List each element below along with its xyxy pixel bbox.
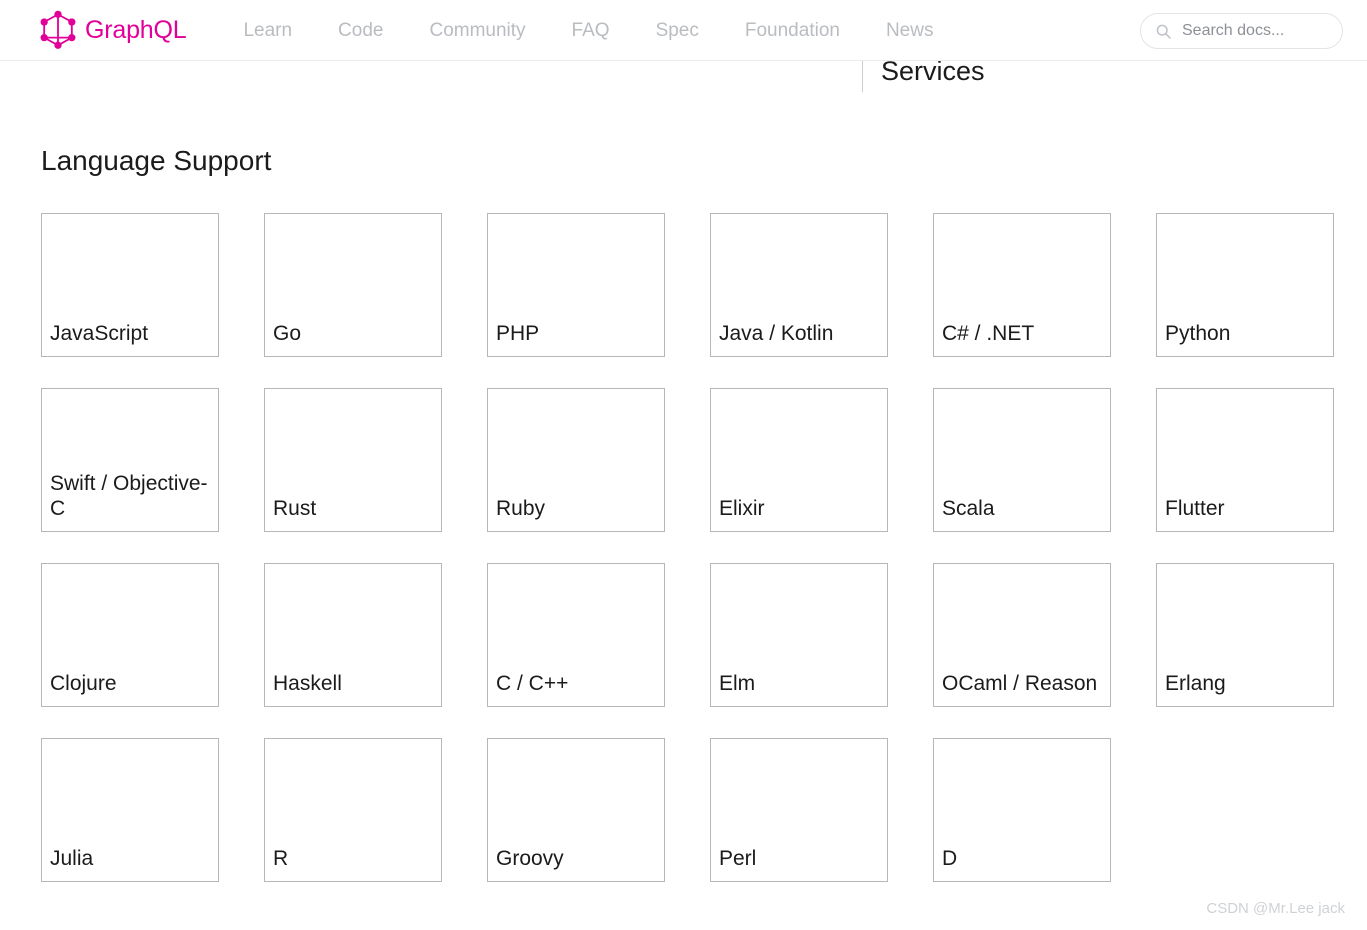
language-card-elixir[interactable]: Elixir <box>710 388 888 532</box>
search-box[interactable] <box>1140 13 1343 49</box>
section-label-services: Services <box>881 55 985 86</box>
language-card-csharp-dotnet[interactable]: C# / .NET <box>933 213 1111 357</box>
language-card-d[interactable]: D <box>933 738 1111 882</box>
graphql-logo-icon <box>38 10 78 50</box>
language-card-label: Erlang <box>1165 671 1226 695</box>
site-header: GraphQL Learn Code Community FAQ Spec Fo… <box>0 0 1367 61</box>
language-card-label: Rust <box>273 496 317 520</box>
language-card-perl[interactable]: Perl <box>710 738 888 882</box>
nav-item-community[interactable]: Community <box>406 15 548 46</box>
nav-item-learn[interactable]: Learn <box>220 15 315 46</box>
language-card-label: Elm <box>719 671 756 695</box>
language-card-label: Python <box>1165 321 1231 345</box>
language-card-label: JavaScript <box>50 321 149 345</box>
main-content: Language Support JavaScript Go PHP Java … <box>0 61 1367 930</box>
language-card-label: C# / .NET <box>942 321 1035 345</box>
watermark: CSDN @Mr.Lee jack <box>1206 900 1345 917</box>
language-card-r[interactable]: R <box>264 738 442 882</box>
language-card-label: Go <box>273 321 302 345</box>
language-card-java-kotlin[interactable]: Java / Kotlin <box>710 213 888 357</box>
language-card-elm[interactable]: Elm <box>710 563 888 707</box>
language-card-label: Clojure <box>50 671 117 695</box>
search-icon <box>1155 23 1182 40</box>
language-card-flutter[interactable]: Flutter <box>1156 388 1334 532</box>
language-card-swift-objective-c[interactable]: Swift / Objective-C <box>41 388 219 532</box>
language-card-rust[interactable]: Rust <box>264 388 442 532</box>
language-card-go[interactable]: Go <box>264 213 442 357</box>
language-card-label: Scala <box>942 496 995 520</box>
language-card-python[interactable]: Python <box>1156 213 1334 357</box>
page-title: Language Support <box>41 145 272 176</box>
language-card-php[interactable]: PHP <box>487 213 665 357</box>
language-card-erlang[interactable]: Erlang <box>1156 563 1334 707</box>
language-card-label: Ruby <box>496 496 546 520</box>
brand-name: GraphQL <box>85 15 187 44</box>
language-card-scala[interactable]: Scala <box>933 388 1111 532</box>
language-card-label: Haskell <box>273 671 342 695</box>
search-input[interactable] <box>1182 22 1328 40</box>
language-card-label: D <box>942 846 958 870</box>
nav-item-faq[interactable]: FAQ <box>549 15 633 46</box>
language-card-label: Groovy <box>496 846 564 870</box>
language-card-haskell[interactable]: Haskell <box>264 563 442 707</box>
language-card-javascript[interactable]: JavaScript <box>41 213 219 357</box>
language-card-julia[interactable]: Julia <box>41 738 219 882</box>
language-card-label: Flutter <box>1165 496 1225 520</box>
language-card-label: OCaml / Reason <box>942 671 1098 695</box>
language-card-label: Java / Kotlin <box>719 321 834 345</box>
language-card-label: Swift / Objective-C <box>50 471 208 520</box>
language-card-label: Perl <box>719 846 757 870</box>
language-card-clojure[interactable]: Clojure <box>41 563 219 707</box>
language-card-c-cpp[interactable]: C / C++ <box>487 563 665 707</box>
nav-item-code[interactable]: Code <box>315 15 406 46</box>
nav-item-foundation[interactable]: Foundation <box>722 15 863 46</box>
language-card-ruby[interactable]: Ruby <box>487 388 665 532</box>
language-card-label: PHP <box>496 321 540 345</box>
language-card-groovy[interactable]: Groovy <box>487 738 665 882</box>
nav-item-spec[interactable]: Spec <box>633 15 722 46</box>
language-card-label: C / C++ <box>496 671 569 695</box>
language-card-label: Elixir <box>719 496 765 520</box>
language-support-grid: JavaScript Go PHP Java / Kotlin C# / .NE… <box>41 213 1336 882</box>
language-card-label: R <box>273 846 289 870</box>
language-card-label: Julia <box>50 846 94 870</box>
language-card-ocaml-reason[interactable]: OCaml / Reason <box>933 563 1111 707</box>
nav-item-news[interactable]: News <box>863 15 957 46</box>
main-navigation: Learn Code Community FAQ Spec Foundation… <box>220 15 956 46</box>
section-divider <box>862 59 863 92</box>
brand-home-link[interactable]: GraphQL <box>38 10 187 50</box>
